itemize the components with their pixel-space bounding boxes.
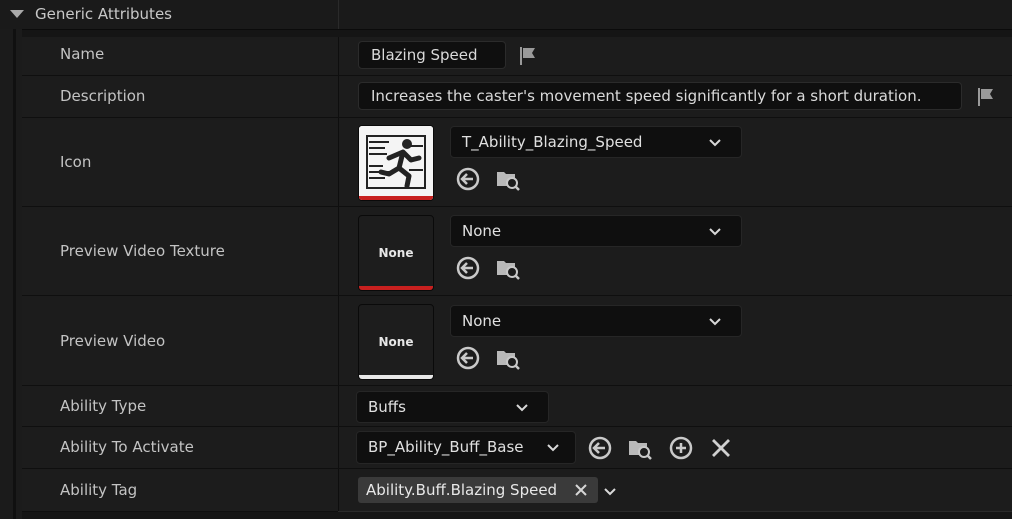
running-figure-icon (359, 126, 433, 200)
description-input[interactable]: Increases the caster's movement speed si… (358, 82, 962, 110)
browse-asset-icon[interactable] (495, 255, 521, 281)
chevron-down-icon (547, 444, 559, 452)
browse-class-icon[interactable] (627, 435, 653, 461)
localization-flag-icon[interactable] (974, 85, 998, 109)
use-selected-class-icon[interactable] (587, 435, 613, 461)
description-label: Description (60, 87, 146, 105)
icon-asset-picker[interactable]: T_Ability_Blazing_Speed (450, 126, 742, 158)
chevron-down-icon (709, 228, 721, 236)
thumbnail-none-text: None (378, 246, 414, 260)
chevron-down-icon[interactable] (602, 483, 618, 499)
chevron-down-icon (709, 139, 721, 147)
icon-thumbnail[interactable] (358, 125, 434, 201)
clear-icon[interactable] (708, 435, 734, 461)
indent-guide (13, 29, 16, 519)
row-ability-tag: Ability Tag Ability.Buff.Blazing Speed (22, 469, 1012, 512)
row-preview-video: Preview Video None None (22, 296, 1012, 386)
chevron-down-icon (709, 318, 721, 326)
preview-video-thumbnail[interactable]: None (358, 304, 434, 380)
icon-label: Icon (60, 153, 92, 171)
row-name: Name Blazing Speed (22, 37, 1012, 76)
ability-to-activate-class-picker[interactable]: BP_Ability_Buff_Base (356, 431, 576, 464)
localization-flag-icon[interactable] (516, 44, 540, 68)
details-panel: Generic Attributes Name Blazing Speed De… (0, 0, 1012, 519)
browse-asset-icon[interactable] (495, 345, 521, 371)
row-ability-type: Ability Type Buffs (22, 386, 1012, 427)
ability-type-dropdown[interactable]: Buffs (356, 391, 549, 423)
row-preview-video-texture: Preview Video Texture None None (22, 207, 1012, 296)
column-divider (338, 0, 339, 29)
thumbnail-none-text: None (378, 335, 414, 349)
preview-video-texture-thumbnail[interactable]: None (358, 215, 434, 291)
ability-type-value: Buffs (368, 398, 406, 416)
chevron-down-icon (516, 404, 528, 412)
preview-video-value: None (462, 312, 502, 330)
preview-video-texture-value: None (462, 222, 502, 240)
caret-down-icon[interactable] (10, 10, 24, 18)
gameplay-tag-chip[interactable]: Ability.Buff.Blazing Speed (358, 477, 598, 503)
use-selected-asset-icon[interactable] (455, 345, 481, 371)
divider (338, 511, 1012, 512)
preview-video-texture-picker[interactable]: None (450, 215, 742, 247)
icon-asset-value: T_Ability_Blazing_Speed (462, 133, 643, 151)
indent-gutter (0, 29, 22, 519)
ability-tag-label: Ability Tag (60, 481, 138, 499)
preview-video-label: Preview Video (60, 332, 166, 350)
preview-video-picker[interactable]: None (450, 305, 742, 337)
row-ability-to-activate: Ability To Activate BP_Ability_Buff_Base (22, 427, 1012, 469)
ability-type-label: Ability Type (60, 397, 147, 415)
category-header-generic-attributes[interactable]: Generic Attributes (0, 0, 1012, 30)
use-selected-asset-icon[interactable] (455, 255, 481, 281)
name-input[interactable]: Blazing Speed (358, 41, 506, 69)
preview-video-texture-label: Preview Video Texture (60, 242, 225, 260)
browse-asset-icon[interactable] (495, 166, 521, 192)
use-selected-asset-icon[interactable] (455, 166, 481, 192)
ability-to-activate-label: Ability To Activate (60, 438, 194, 456)
category-title: Generic Attributes (35, 5, 172, 23)
add-new-icon[interactable] (668, 435, 694, 461)
name-label: Name (60, 45, 105, 63)
remove-tag-icon[interactable] (574, 483, 588, 497)
row-icon: Icon T_Ability_Blazing_Speed (22, 118, 1012, 207)
row-description: Description Increases the caster's movem… (22, 76, 1012, 118)
ability-to-activate-value: BP_Ability_Buff_Base (368, 438, 524, 456)
gameplay-tag-text: Ability.Buff.Blazing Speed (366, 481, 558, 499)
